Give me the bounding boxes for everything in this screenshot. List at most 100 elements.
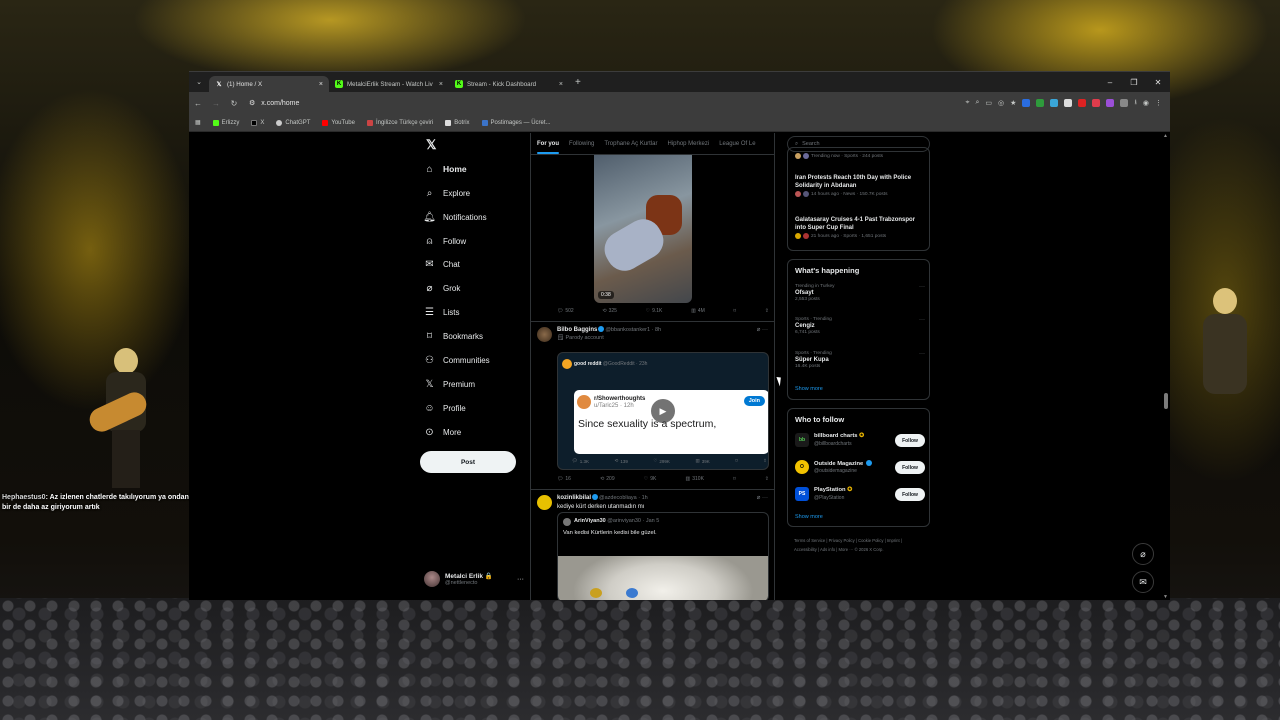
extensions-puzzle-icon[interactable] [1120,99,1129,107]
tweet-kozinlikbilal[interactable]: kozinlikbilal @azdecobliaya · 1h kediye k… [531,489,774,600]
tab-kick-stream[interactable]: K MetalciErlik Stream - Watch Liv × [329,76,449,92]
close-icon[interactable]: × [559,81,563,88]
nav-notifications[interactable]: 🔔︎ Notifications [423,209,486,225]
page-scrollbar[interactable]: ▲ ▼ [1162,133,1170,600]
news-item[interactable]: Trending now · Sports · 244 posts [795,152,923,159]
account-switcher[interactable]: Metalci Erlik 🔒 @nettlenecto ··· [424,571,524,587]
join-button[interactable]: Join [743,396,765,406]
cast-icon[interactable]: ▭ [985,99,992,107]
trend-item[interactable]: Sports · Trending Cengiz 6,741 posts ··· [795,317,925,335]
new-tab-icon[interactable]: + [575,77,581,88]
tab-list-2[interactable]: Hiphop Merkezi [668,141,710,147]
follow-suggestion[interactable]: O Outside Magazine @outsidemagazine Foll… [795,458,925,478]
news-item[interactable]: Galatasaray Cruises 4-1 Past Trabzonspor… [795,216,923,239]
lens-icon[interactable]: ◎ [998,99,1004,107]
tab-following[interactable]: Following [569,141,594,147]
share-icon[interactable]: ⇪ [765,308,769,314]
nav-chat[interactable]: ✉ Chat [424,256,460,272]
extension-purple-icon[interactable] [1106,99,1115,107]
embedded-image[interactable]: good reddit @GoodReddit · 23h r/Showerth… [557,352,769,470]
tweet-video[interactable]: 0:38 [594,155,692,303]
nav-home[interactable]: ⌂ Home [424,161,466,177]
messages-fab-icon[interactable]: ✉ [1132,571,1154,593]
nav-bookmarks[interactable]: ⌑ Bookmarks [424,328,483,344]
extension-blue-icon[interactable] [1022,99,1031,107]
extension-m-icon[interactable] [1064,99,1073,107]
minimize-icon[interactable]: – [1098,72,1122,92]
like-button[interactable]: ♡ 9.1K [646,308,663,314]
site-info-icon[interactable]: ⚙ [249,99,255,107]
follow-button[interactable]: Follow [895,434,925,447]
nav-communities[interactable]: ⚇ Communities [424,352,490,368]
extension-cyan-icon[interactable] [1050,99,1059,107]
nav-grok[interactable]: ⌀ Grok [424,280,460,296]
menu-icon[interactable]: ⋮ [1155,99,1162,107]
more-dots-icon[interactable]: ··· [919,284,925,290]
download-icon[interactable]: ⭳ [1134,98,1136,109]
bookmark-tweet-icon[interactable]: ⌑ [733,476,736,482]
forward-icon[interactable]: → [207,99,225,108]
trend-item[interactable]: Sports · Trending Süper Kupa 16.4K posts… [795,351,925,369]
tweet-menu[interactable]: ⌀ ··· [757,494,768,501]
apps-icon[interactable]: ▦ [195,119,201,126]
translate-icon[interactable]: ⌖ [966,99,970,107]
views-button[interactable]: ▥ 310K [686,476,704,482]
extension-red-icon[interactable] [1078,99,1087,107]
nav-profile[interactable]: ☺ Profile [424,400,465,416]
tab-list-1[interactable]: Trophane Aç Kurtlar [604,141,657,147]
share-icon[interactable]: ⇪ [765,476,769,482]
views-button[interactable]: ▥ 4M [691,308,705,314]
scroll-up-icon[interactable]: ▲ [1163,133,1168,139]
follow-button[interactable]: Follow [895,461,925,474]
bookmark-botrix[interactable]: Botrix [445,119,470,126]
trend-item[interactable]: Trending in Turkey Ofsayt 2,553 posts ··… [795,284,925,302]
repost-button[interactable]: ⟲ 325 [602,308,617,314]
reply-button[interactable]: 💬︎ 502 [557,308,574,314]
nav-premium[interactable]: 𝕏 Premium [424,376,475,392]
reply-button[interactable]: 💬︎ 16 [557,476,571,482]
show-more-link[interactable]: Show more [795,514,823,520]
back-icon[interactable]: ← [189,99,207,108]
reload-icon[interactable]: ↻ [225,99,243,108]
news-item[interactable]: Iran Protests Reach 10th Day with Police… [795,174,923,197]
more-dots-icon[interactable]: ··· [919,317,925,323]
quoted-tweet[interactable]: ArinViyan30 @arinviyan30 · Jan 5 Van ked… [557,512,769,600]
follow-suggestion[interactable]: bb billboard charts ✪ @billboardcharts F… [795,431,925,451]
close-window-icon[interactable]: ✕ [1146,72,1170,92]
tab-search-icon[interactable]: ⌄ [189,78,209,86]
play-icon[interactable]: ▶ [651,399,675,423]
tweet-bilbo[interactable]: Bilbo Baggins @bbankostanker1 · 8h 🗒 Paro… [531,321,774,491]
nav-more[interactable]: ⊙ More [424,424,461,440]
close-icon[interactable]: × [439,81,443,88]
more-dots-icon[interactable]: ··· [919,351,925,357]
nav-follow[interactable]: ⍝ Follow [424,233,467,249]
bookmark-ceviri[interactable]: İngilizce Türkçe çeviri [366,119,433,126]
tab-x-home[interactable]: 𝕏 (1) Home / X × [209,76,329,92]
nav-lists[interactable]: ☰ Lists [424,304,459,320]
bookmark-youtube[interactable]: YouTube [322,119,355,126]
profile-icon[interactable]: ◉ [1143,99,1149,107]
restore-icon[interactable]: ❐ [1122,72,1146,92]
bookmark-postimages[interactable]: Postimages — Ücret... [481,119,551,126]
extension-shield-icon[interactable] [1092,99,1101,107]
bookmark-tweet-icon[interactable]: ⌑ [733,308,736,314]
tab-kick-dashboard[interactable]: K Stream - Kick Dashboard × [449,76,569,92]
scroll-thumb[interactable] [1164,393,1168,409]
follow-suggestion[interactable]: PS PlayStation ✪ @PlayStation Follow [795,485,925,505]
close-icon[interactable]: × [319,81,323,88]
bookmark-star-icon[interactable]: ★ [1010,99,1016,107]
show-more-link[interactable]: Show more [795,386,823,392]
post-button[interactable]: Post [420,451,516,473]
extension-green-icon[interactable] [1036,99,1045,107]
nav-explore[interactable]: ⌕ Explore [424,185,470,201]
follow-button[interactable]: Follow [895,488,925,501]
x-logo-icon[interactable]: 𝕏 [426,137,436,153]
tab-list-3[interactable]: League Of Le [719,141,755,147]
footer-links[interactable]: Terms of Service | Privacy Policy | Cook… [794,536,924,554]
grok-fab-icon[interactable]: ⌀ [1132,543,1154,565]
bookmark-chatgpt[interactable]: ChatGPT [276,119,310,126]
repost-button[interactable]: ⟲ 209 [600,476,615,482]
url-field[interactable]: ⚙ x.com/home [249,96,960,110]
bookmark-x[interactable]: X [251,119,264,126]
scroll-down-icon[interactable]: ▼ [1163,594,1168,600]
